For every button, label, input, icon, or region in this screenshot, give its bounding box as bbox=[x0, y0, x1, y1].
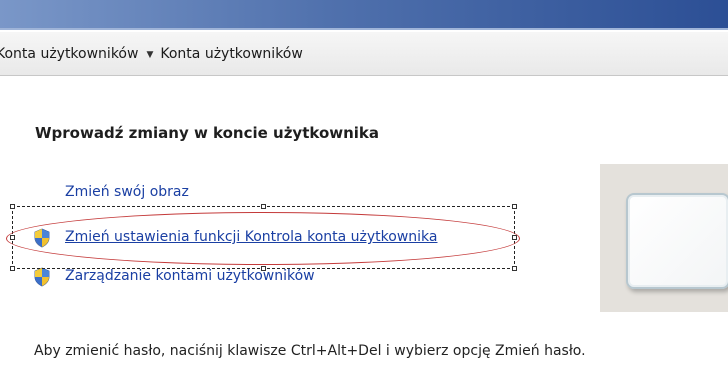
resize-handle[interactable] bbox=[261, 204, 266, 209]
manage-user-accounts-link[interactable]: Zarządzanie kontami użytkowników bbox=[65, 268, 315, 284]
resize-handle[interactable] bbox=[261, 266, 266, 271]
resize-handle[interactable] bbox=[512, 235, 517, 240]
breadcrumb-item-user-accounts[interactable]: Konta użytkowników bbox=[160, 46, 302, 62]
window-title-bar[interactable] bbox=[0, 0, 728, 30]
breadcrumb-item-user-accounts-parent[interactable]: Konta użytkowników bbox=[0, 46, 138, 62]
user-picture[interactable] bbox=[626, 193, 728, 289]
resize-handle[interactable] bbox=[512, 204, 517, 209]
page-heading: Wprowadź zmiany w koncie użytkownika bbox=[35, 124, 380, 142]
uac-shield-icon bbox=[34, 267, 50, 287]
resize-handle[interactable] bbox=[10, 235, 15, 240]
resize-handle[interactable] bbox=[512, 266, 517, 271]
address-bar[interactable]: Konta użytkowników ▼ Konta użytkowników bbox=[0, 32, 728, 76]
resize-handle[interactable] bbox=[10, 266, 15, 271]
breadcrumb-chevron-icon[interactable]: ▼ bbox=[146, 50, 153, 60]
change-picture-link[interactable]: Zmień swój obraz bbox=[65, 184, 189, 200]
selection-box bbox=[12, 206, 515, 269]
password-hint-text: Aby zmienić hasło, naciśnij klawisze Ctr… bbox=[34, 343, 586, 359]
resize-handle[interactable] bbox=[10, 204, 15, 209]
